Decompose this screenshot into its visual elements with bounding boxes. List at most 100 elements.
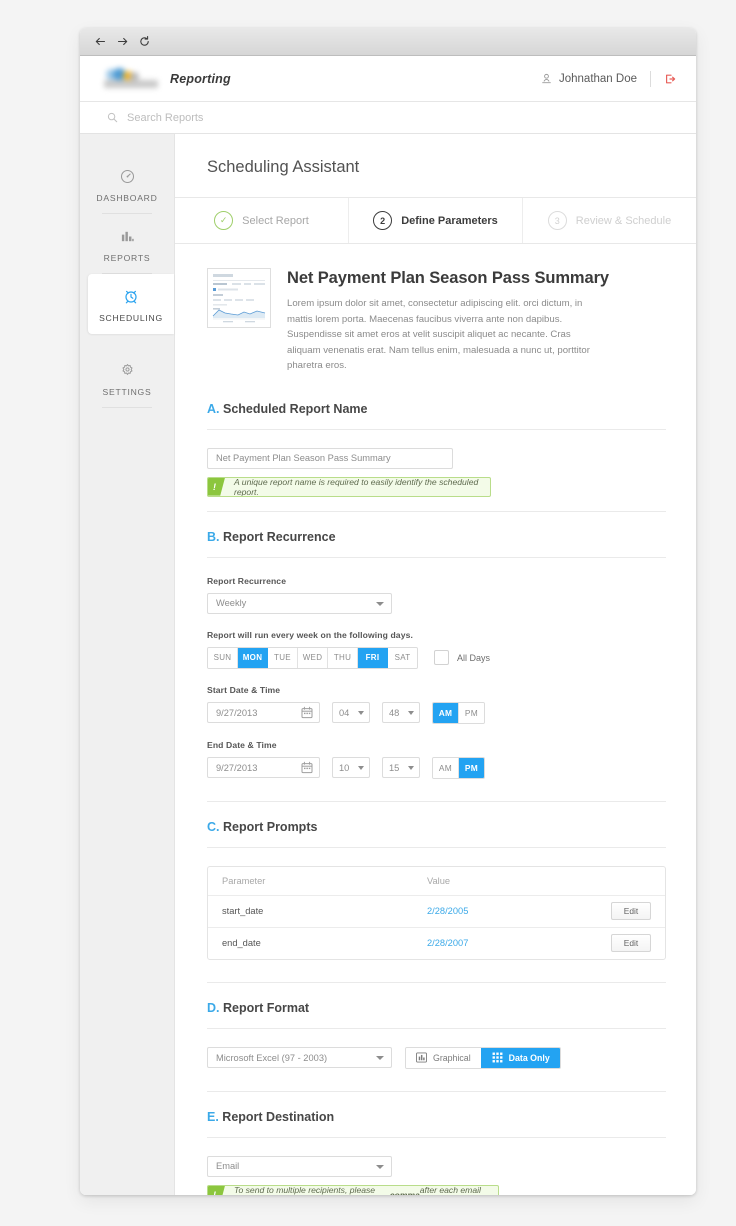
dashboard-icon [80, 166, 174, 186]
graphical-label: Graphical [433, 1052, 471, 1063]
end-meridiem-toggle: AM PM [432, 756, 485, 779]
data-only-button[interactable]: Data Only [480, 1047, 560, 1068]
day-thu[interactable]: THU [328, 647, 358, 668]
brand-label: Reporting [170, 71, 231, 86]
section-title: Report Format [222, 1000, 310, 1015]
day-sat[interactable]: SAT [388, 647, 417, 668]
bar-chart-icon [416, 1052, 427, 1063]
edit-button[interactable]: Edit [611, 934, 651, 953]
end-date-input[interactable]: 9/27/2013 [207, 757, 320, 779]
section-title: Report Recurrence [222, 529, 336, 544]
start-minute-select[interactable]: 48 [382, 702, 420, 724]
section-letter: D. [207, 1000, 220, 1015]
section-title: Report Prompts [222, 819, 318, 834]
calendar-icon[interactable] [301, 761, 313, 776]
search-icon [107, 112, 118, 123]
reload-icon[interactable] [134, 32, 154, 52]
recurrence-select[interactable]: Weekly [207, 592, 392, 614]
step-indicator: ✓ Select Report 2 Define Parameters 3 Re… [175, 198, 696, 244]
parameter-name: end_date [222, 938, 261, 949]
section-letter: E. [207, 1109, 219, 1124]
end-minute-select[interactable]: 15 [382, 757, 420, 779]
report-name-alert: ! A unique report name is required to ea… [207, 476, 491, 497]
end-datetime-label: End Date & Time [207, 739, 277, 750]
start-hour-select[interactable]: 04 [332, 702, 370, 724]
parameter-name: start_date [222, 906, 264, 917]
step-label: Select Report [242, 214, 309, 227]
section-report-prompts: C. Report Prompts Parameter Value start_… [175, 802, 696, 983]
app-header: Reporting Johnathan Doe [80, 56, 696, 102]
calendar-icon[interactable] [301, 706, 313, 721]
alert-text: To send to multiple recipients, please u… [225, 1186, 498, 1195]
browser-chrome [80, 28, 696, 56]
report-name-input[interactable] [207, 447, 453, 469]
logout-icon[interactable] [664, 73, 676, 85]
search-input[interactable] [125, 110, 369, 125]
search-bar[interactable] [80, 102, 696, 134]
start-hour-value: 04 [339, 707, 350, 718]
start-am-button[interactable]: AM [433, 702, 458, 723]
report-title: Net Payment Plan Season Pass Summary [287, 269, 609, 287]
days-label: Report will run every week on the follow… [207, 629, 413, 640]
end-pm-button[interactable]: PM [458, 757, 484, 778]
end-am-button[interactable]: AM [433, 757, 458, 778]
report-summary-text: Net Payment Plan Season Pass Summary Lor… [287, 268, 609, 374]
sidebar-item-reports[interactable]: REPORTS [80, 214, 174, 274]
browser-window: Reporting Johnathan Doe DASHBOA [80, 28, 696, 1195]
section-report-recurrence: B. Report Recurrence Report Recurrence W… [175, 512, 696, 802]
format-select[interactable]: Microsoft Excel (97 - 2003) [207, 1047, 392, 1069]
sidebar-item-label: DASHBOARD [96, 193, 158, 203]
parameter-value[interactable]: 2/28/2007 [427, 938, 611, 948]
all-days-checkbox[interactable] [434, 650, 449, 666]
forward-icon[interactable] [112, 32, 132, 52]
step-review-schedule[interactable]: 3 Review & Schedule [522, 198, 696, 243]
alarm-clock-icon [88, 286, 174, 306]
prompts-table: Parameter Value start_date 2/28/2005 Edi… [207, 865, 666, 960]
report-thumbnail [207, 268, 271, 328]
step-number: 3 [547, 211, 567, 230]
report-description: Lorem ipsum dolor sit amet, consectetur … [287, 298, 590, 372]
alert-text-bold: comma [389, 1189, 420, 1195]
sidebar-item-label: REPORTS [103, 253, 151, 263]
grid-icon [492, 1052, 503, 1063]
chevron-down-icon [408, 711, 414, 716]
format-row: Microsoft Excel (97 - 2003) Graphical Da… [207, 1046, 666, 1069]
sidebar-item-dashboard[interactable]: DASHBOARD [80, 154, 174, 214]
check-icon: ✓ [214, 211, 234, 230]
parameter-value[interactable]: 2/28/2005 [427, 906, 611, 916]
day-tue[interactable]: TUE [268, 647, 298, 668]
table-row: end_date 2/28/2007 Edit [208, 926, 665, 959]
table-row: start_date 2/28/2005 Edit [208, 894, 665, 927]
step-define-parameters[interactable]: 2 Define Parameters [348, 198, 522, 243]
edit-button[interactable]: Edit [611, 902, 651, 921]
main-panel: Scheduling Assistant ✓ Select Report 2 D… [174, 133, 696, 1195]
day-sun[interactable]: SUN [208, 647, 238, 668]
graphical-button[interactable]: Graphical [406, 1047, 481, 1068]
start-date-input[interactable]: 9/27/2013 [207, 702, 320, 724]
column-parameter: Parameter [222, 875, 266, 886]
day-wed[interactable]: WED [298, 647, 328, 668]
logo[interactable]: Reporting [102, 67, 231, 90]
all-days-wrap: All Days [434, 650, 490, 666]
section-c-heading: C. Report Prompts [207, 802, 666, 848]
logo-icon [102, 67, 162, 90]
header-divider [650, 70, 651, 87]
section-d-heading: D. Report Format [207, 983, 666, 1029]
back-icon[interactable] [90, 32, 110, 52]
day-mon[interactable]: MON [238, 647, 268, 668]
end-hour-select[interactable]: 10 [332, 757, 370, 779]
page-title: Scheduling Assistant [175, 134, 696, 198]
data-only-label: Data Only [508, 1052, 550, 1063]
user-name[interactable]: Johnathan Doe [559, 73, 637, 85]
destination-select[interactable]: Email [207, 1155, 392, 1177]
step-select-report[interactable]: ✓ Select Report [175, 198, 348, 243]
destination-alert: ! To send to multiple recipients, please… [207, 1184, 499, 1195]
day-fri[interactable]: FRI [358, 647, 388, 668]
recurrence-label: Report Recurrence [207, 575, 287, 586]
start-pm-button[interactable]: PM [458, 702, 484, 723]
sidebar-item-settings[interactable]: SETTINGS [80, 348, 174, 408]
section-letter: C. [207, 819, 220, 834]
format-value: Microsoft Excel (97 - 2003) [216, 1052, 328, 1063]
sidebar-item-scheduling[interactable]: SCHEDULING [88, 274, 174, 334]
person-icon [541, 73, 552, 84]
